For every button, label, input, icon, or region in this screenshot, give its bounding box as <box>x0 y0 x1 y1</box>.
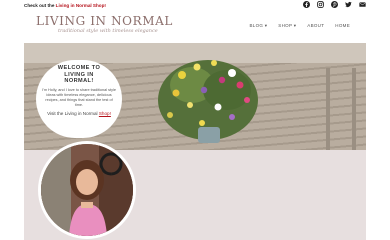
social-links <box>303 1 366 8</box>
author-portrait <box>38 141 136 239</box>
welcome-card: WELCOME TO LIVING IN NORMAL! I'm Holly, … <box>36 60 122 138</box>
flower-arrangement <box>158 60 258 143</box>
welcome-intro: I'm Holly, and I love to share tradition… <box>42 87 116 108</box>
site-tagline: traditional style with timeless elegance <box>58 28 158 34</box>
site-header: LIVING IN NORMAL traditional style with … <box>0 10 390 43</box>
shop-callout-prefix: Visit the Living in Normal <box>47 111 99 117</box>
author-photo-art <box>41 144 133 236</box>
instagram-icon[interactable] <box>317 1 324 8</box>
nav-item-about[interactable]: ABOUT <box>307 23 324 29</box>
twitter-icon[interactable] <box>345 1 352 8</box>
shop-callout: Visit the Living in Normal Shop! <box>36 111 122 117</box>
shop-link[interactable]: Shop! <box>99 111 111 116</box>
promo-prefix: Check out the <box>24 2 56 8</box>
author-photo <box>41 144 133 236</box>
nav-item-blog[interactable]: BLOG ▾ <box>249 23 267 29</box>
pinterest-icon[interactable] <box>331 1 338 8</box>
site-title[interactable]: LIVING IN NORMAL <box>36 14 173 28</box>
hero-chair <box>326 68 356 150</box>
facebook-icon[interactable] <box>303 1 310 8</box>
promo-text: Check out the Living in Normal Shop! <box>24 3 106 8</box>
nav-item-shop[interactable]: SHOP ▾ <box>278 23 296 29</box>
promo-shop-link[interactable]: Living in Normal Shop! <box>56 3 106 8</box>
nav-item-home[interactable]: HOME <box>335 23 350 29</box>
email-icon[interactable] <box>359 1 366 8</box>
main-nav: BLOG ▾ SHOP ▾ ABOUT HOME <box>249 23 350 29</box>
top-promo-bar: Check out the Living in Normal Shop! <box>0 0 390 10</box>
welcome-title: WELCOME TO LIVING IN NORMAL! <box>57 65 101 84</box>
